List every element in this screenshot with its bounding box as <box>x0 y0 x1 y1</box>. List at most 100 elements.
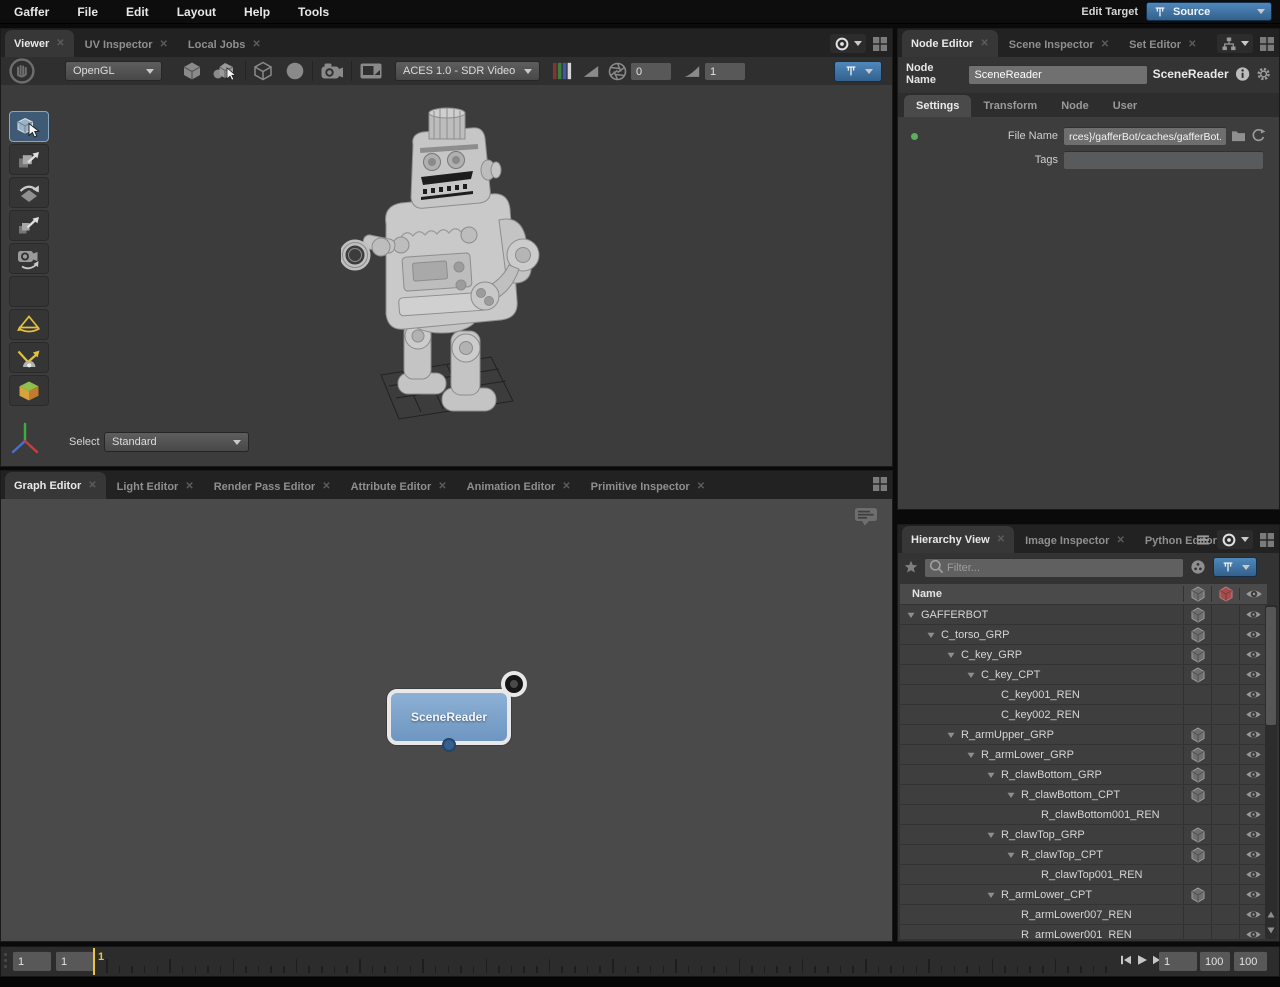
sets-cube-icon[interactable] <box>1190 667 1206 683</box>
menu-file[interactable]: File <box>63 5 112 19</box>
visibility-eye-icon[interactable] <box>1245 629 1262 640</box>
expander-icon[interactable] <box>986 890 996 900</box>
sets-cube-icon[interactable] <box>1190 787 1206 803</box>
expander-icon[interactable] <box>966 750 976 760</box>
visibility-eye-icon[interactable] <box>1245 729 1262 740</box>
filter-options-icon[interactable] <box>1190 559 1206 575</box>
visualiser-tool-button[interactable] <box>9 375 49 406</box>
layout-grid-icon[interactable] <box>872 36 888 52</box>
tab-animation-editor[interactable]: Animation Editor✕ <box>458 474 580 499</box>
tree-row[interactable]: C_key002_REN <box>900 705 1267 724</box>
select-objects-icon[interactable] <box>212 61 238 81</box>
visibility-column-icon[interactable] <box>1245 588 1263 600</box>
tree-row[interactable]: R_clawBottom_CPT <box>900 785 1267 804</box>
tab-close-icon[interactable]: ✕ <box>252 39 260 50</box>
menu-help[interactable]: Help <box>230 5 284 19</box>
aperture-icon[interactable] <box>608 62 627 81</box>
tab-scene-inspector[interactable]: Scene Inspector✕ <box>1000 32 1118 57</box>
expander-icon[interactable] <box>1006 790 1016 800</box>
tab-light-editor[interactable]: Light Editor✕ <box>108 474 203 499</box>
tab-viewer[interactable]: Viewer✕ <box>5 30 74 57</box>
tab-node-editor[interactable]: Node Editor✕ <box>902 30 998 57</box>
current-frame-field[interactable] <box>1159 951 1197 971</box>
tree-row[interactable]: GAFFERBOT <box>900 605 1267 624</box>
tree-row[interactable]: R_clawTop_GRP <box>900 825 1267 844</box>
sets-column-icon[interactable] <box>1190 586 1206 602</box>
play-button[interactable] <box>1136 954 1148 966</box>
scene-reader-node[interactable]: SceneReader <box>387 689 511 745</box>
expander-icon[interactable] <box>986 770 996 780</box>
expander-icon[interactable] <box>906 610 916 620</box>
crop-window-tool-button[interactable] <box>9 276 49 307</box>
tab-image-inspector[interactable]: Image Inspector✕ <box>1016 528 1134 553</box>
skip-to-start-button[interactable] <box>1120 954 1132 966</box>
linking-menu-button[interactable] <box>830 34 866 53</box>
sets-cube-icon[interactable] <box>1190 747 1206 763</box>
file-name-input[interactable] <box>1064 127 1226 145</box>
renderer-dropdown[interactable]: OpenGL <box>65 61 162 81</box>
scale-tool-button[interactable] <box>9 210 49 241</box>
tree-row[interactable]: C_torso_GRP <box>900 625 1267 644</box>
tab-close-icon[interactable]: ✕ <box>562 481 570 492</box>
pan-hand-icon[interactable] <box>9 58 35 84</box>
tree-row[interactable]: R_clawBottom001_REN <box>900 805 1267 824</box>
tab-close-icon[interactable]: ✕ <box>88 480 96 491</box>
translate-tool-button[interactable] <box>9 144 49 175</box>
camera-icon[interactable] <box>320 62 344 80</box>
menu-gaffer[interactable]: Gaffer <box>0 5 63 19</box>
tab-node[interactable]: Node <box>1049 95 1101 117</box>
tab-close-icon[interactable]: ✕ <box>980 38 988 49</box>
visibility-eye-icon[interactable] <box>1245 849 1262 860</box>
tab-close-icon[interactable]: ✕ <box>1101 39 1109 50</box>
sets-cube-icon[interactable] <box>1190 607 1206 623</box>
tree-row[interactable]: R_armLower007_REN <box>900 905 1267 924</box>
wireframe-cube-icon[interactable] <box>253 61 273 81</box>
tab-uv-inspector[interactable]: UV Inspector✕ <box>76 32 177 57</box>
expander-icon[interactable] <box>926 630 936 640</box>
visibility-eye-icon[interactable] <box>1245 869 1262 880</box>
visibility-eye-icon[interactable] <box>1245 709 1262 720</box>
scene-view-settings-icon[interactable] <box>359 62 383 80</box>
node-focus-ring[interactable] <box>505 675 523 693</box>
tab-settings[interactable]: Settings <box>904 95 971 117</box>
visibility-eye-icon[interactable] <box>1245 689 1262 700</box>
tab-close-icon[interactable]: ✕ <box>160 39 168 50</box>
tab-close-icon[interactable]: ✕ <box>1116 535 1124 546</box>
viewport-3d[interactable]: Select Standard <box>1 85 892 466</box>
expander-icon[interactable] <box>946 730 956 740</box>
sets-cube-icon[interactable] <box>1190 647 1206 663</box>
tree-row[interactable]: C_key001_REN <box>900 685 1267 704</box>
visibility-eye-icon[interactable] <box>1245 769 1262 780</box>
selection-tool-button[interactable] <box>9 111 49 142</box>
tab-close-icon[interactable]: ✕ <box>322 481 330 492</box>
tab-set-editor[interactable]: Set Editor✕ <box>1120 32 1205 57</box>
scrollbar-up-arrow[interactable] <box>1265 907 1277 921</box>
tab-primitive-inspector[interactable]: Primitive Inspector✕ <box>582 474 714 499</box>
tree-row[interactable]: R_clawBottom_GRP <box>900 765 1267 784</box>
info-icon[interactable] <box>1235 66 1250 82</box>
tab-close-icon[interactable]: ✕ <box>438 481 446 492</box>
tab-close-icon[interactable]: ✕ <box>1188 39 1196 50</box>
tags-input[interactable] <box>1064 151 1263 169</box>
sets-cube-icon[interactable] <box>1190 827 1206 843</box>
tab-close-icon[interactable]: ✕ <box>185 481 193 492</box>
edit-target-dropdown[interactable]: Source <box>1146 2 1272 21</box>
refresh-icon[interactable] <box>1251 128 1266 143</box>
tree-row[interactable]: R_clawTop_CPT <box>900 845 1267 864</box>
tab-local-jobs[interactable]: Local Jobs✕ <box>179 32 270 57</box>
exclusion-sets-column-icon[interactable] <box>1218 586 1234 602</box>
tab-graph-editor[interactable]: Graph Editor✕ <box>5 472 106 499</box>
expander-icon[interactable] <box>946 650 956 660</box>
frame-start-field[interactable] <box>13 951 51 971</box>
visibility-eye-icon[interactable] <box>1245 929 1262 939</box>
layout-grid-icon[interactable] <box>872 476 888 492</box>
graph-canvas[interactable]: SceneReader <box>1 499 892 941</box>
visibility-eye-icon[interactable] <box>1245 789 1262 800</box>
filter-input[interactable] <box>925 558 1183 577</box>
viewer-pin-button[interactable] <box>834 61 882 82</box>
light-tool-button[interactable] <box>9 309 49 340</box>
tree-scrollbar[interactable] <box>1265 605 1277 939</box>
tree-row[interactable]: C_key_GRP <box>900 645 1267 664</box>
tab-hierarchy-view[interactable]: Hierarchy View✕ <box>902 526 1014 553</box>
sets-cube-icon[interactable] <box>1190 767 1206 783</box>
